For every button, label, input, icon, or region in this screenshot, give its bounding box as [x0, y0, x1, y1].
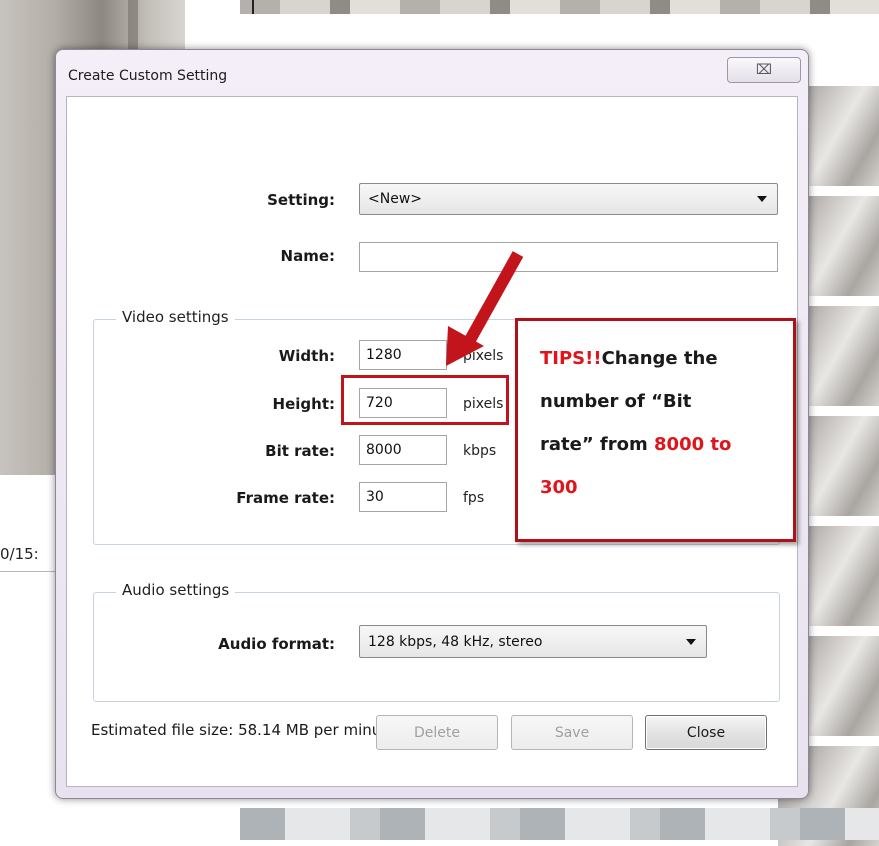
setting-select[interactable]: <New>: [359, 183, 778, 215]
bitrate-label: Bit rate:: [265, 442, 335, 460]
timeline-caret: [252, 0, 254, 14]
chevron-down-icon: [757, 196, 767, 202]
background-divider: [0, 571, 60, 572]
width-label: Width:: [278, 347, 335, 365]
close-icon: ⌧: [755, 62, 773, 78]
tips-text-3a: rate” from: [540, 434, 655, 455]
framerate-unit: fps: [463, 490, 485, 506]
bitrate-unit: kbps: [463, 443, 497, 459]
dialog-title: Create Custom Setting: [68, 68, 228, 84]
background-timecode: 0/15:: [0, 545, 39, 563]
setting-label: Setting:: [267, 191, 335, 209]
width-field[interactable]: 1280: [359, 340, 447, 370]
save-button[interactable]: Save: [511, 715, 633, 750]
background-filmstrip-bottom: [240, 808, 879, 840]
bitrate-highlight-box: [341, 375, 509, 425]
framerate-field[interactable]: 30: [359, 482, 447, 512]
tips-text-1: Change the: [601, 348, 718, 369]
bitrate-field[interactable]: 8000: [359, 435, 447, 465]
framerate-field-value: 30: [366, 489, 384, 505]
background-filmstrip-top: [240, 0, 879, 14]
tips-callout: TIPS!!Change the number of “Bit rate” fr…: [515, 318, 796, 542]
framerate-label: Frame rate:: [236, 489, 335, 507]
close-window-button[interactable]: ⌧: [727, 57, 801, 83]
tips-line-1: TIPS!!Change the: [540, 337, 785, 380]
tips-line-3: rate” from 8000 to: [540, 423, 785, 466]
close-button[interactable]: Close: [645, 715, 767, 750]
audio-format-select-value: 128 kbps, 48 kHz, stereo: [368, 633, 543, 650]
tips-text-3b: 8000 to: [654, 434, 732, 455]
audio-format-select[interactable]: 128 kbps, 48 kHz, stereo: [359, 625, 707, 658]
tips-line-2: number of “Bit: [540, 391, 692, 412]
audio-format-label: Audio format:: [218, 635, 335, 653]
audio-settings-title: Audio settings: [116, 581, 236, 599]
height-label: Height:: [272, 395, 335, 413]
tips-line-4: 300: [540, 477, 578, 498]
name-field[interactable]: [359, 242, 778, 272]
name-label: Name:: [280, 247, 335, 265]
width-field-value: 1280: [366, 347, 402, 363]
chevron-down-icon: [686, 638, 696, 645]
bitrate-field-value: 8000: [366, 442, 402, 458]
video-settings-title: Video settings: [116, 308, 235, 326]
delete-button[interactable]: Delete: [376, 715, 498, 750]
setting-select-value: <New>: [368, 191, 422, 207]
tips-prefix: TIPS!!: [540, 348, 602, 369]
